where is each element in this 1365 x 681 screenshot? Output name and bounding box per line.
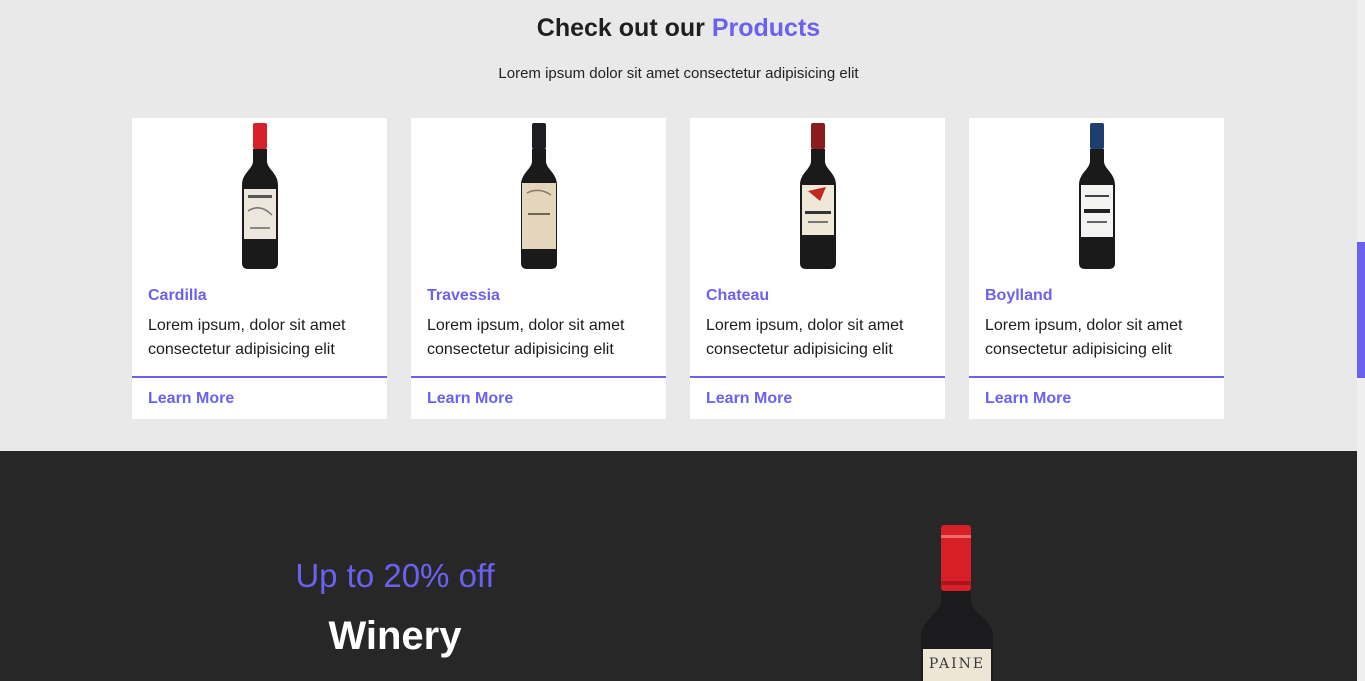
product-description: Lorem ipsum, dolor sit amet consectetur … — [427, 317, 625, 358]
promo-brand-title: Winery — [328, 614, 462, 658]
product-card-cardilla: Cardilla Lorem ipsum, dolor sit amet con… — [132, 118, 387, 419]
products-heading-accent: Products — [711, 14, 821, 42]
card-divider — [969, 376, 1224, 378]
card-divider — [411, 376, 666, 378]
promo-banner: Up to 20% off Winery PAINE — [0, 451, 1357, 681]
product-description: Lorem ipsum, dolor sit amet consectetur … — [985, 317, 1183, 358]
page-scrollbar-thumb[interactable] — [1357, 242, 1365, 378]
promo-discount: Up to 20% off — [295, 557, 495, 594]
learn-more-link[interactable]: Learn More — [706, 390, 792, 408]
learn-more-link[interactable]: Learn More — [427, 390, 513, 408]
product-name: Travessia — [427, 287, 500, 304]
card-divider — [690, 376, 945, 378]
wine-bottle-icon — [241, 122, 278, 269]
product-image — [690, 118, 945, 273]
product-description: Lorem ipsum, dolor sit amet consectetur … — [148, 317, 346, 358]
learn-more-link[interactable]: Learn More — [148, 390, 234, 408]
card-divider — [132, 376, 387, 378]
products-heading: Check out our Products — [0, 14, 1357, 43]
product-image — [969, 118, 1224, 273]
wine-bottle-icon — [1078, 122, 1115, 269]
promo-bottle-image: PAINE — [921, 525, 993, 681]
product-image — [132, 118, 387, 273]
promo-bottle-label: PAINE — [929, 656, 985, 672]
product-name: Boylland — [985, 287, 1053, 304]
product-card-travessia: Travessia Lorem ipsum, dolor sit amet co… — [411, 118, 666, 419]
wine-bottle-icon — [520, 122, 557, 269]
products-section: Check out our Products Lorem ipsum dolor… — [0, 0, 1357, 451]
product-card-boylland: Boylland Lorem ipsum, dolor sit amet con… — [969, 118, 1224, 419]
product-card-chateau: Chateau Lorem ipsum, dolor sit amet cons… — [690, 118, 945, 419]
product-image — [411, 118, 666, 273]
wine-bottle-icon — [799, 122, 836, 269]
product-name: Cardilla — [148, 287, 207, 304]
products-heading-prefix: Check out our — [536, 14, 705, 42]
learn-more-link[interactable]: Learn More — [985, 390, 1071, 408]
product-description: Lorem ipsum, dolor sit amet consectetur … — [706, 317, 904, 358]
products-subtitle: Lorem ipsum dolor sit amet consectetur a… — [498, 65, 859, 82]
product-name: Chateau — [706, 287, 770, 304]
